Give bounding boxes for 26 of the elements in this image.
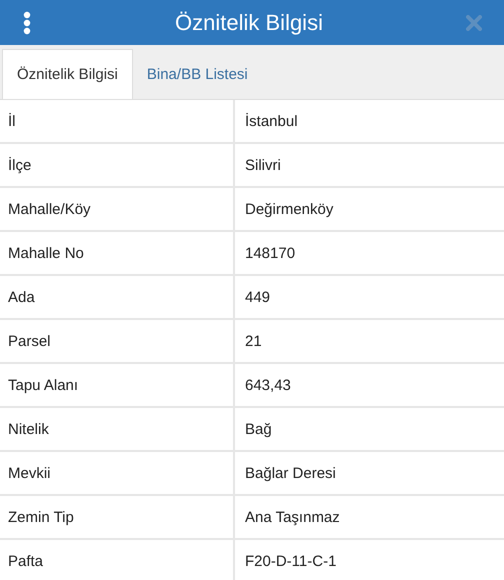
table-cell-text: İstanbul	[244, 112, 299, 132]
table-cell: Ada	[0, 276, 235, 318]
table-cell: Zemin Tip	[0, 496, 235, 538]
table-cell-text: F20-D-11-C-1	[244, 552, 338, 572]
table-cell: Pafta	[0, 540, 235, 580]
table-cell-text: 21	[244, 332, 263, 352]
table-cell-text: Bağ	[244, 420, 273, 440]
table-cell: Tapu Alanı	[0, 364, 235, 406]
tab[interactable]: Bina/BB Listesi	[132, 49, 262, 99]
table-cell-text: Bağlar Deresi	[244, 464, 337, 484]
table-cell: Nitelik	[0, 408, 235, 450]
table-cell-text: Silivri	[244, 156, 282, 176]
tab[interactable]: Öznitelik Bilgisi	[2, 49, 133, 99]
table-cell-text: Ana Taşınmaz	[244, 508, 341, 528]
table-cell-text: 449	[244, 288, 272, 308]
table-cell-text: Değirmenköy	[244, 200, 334, 220]
table-cell: Mahalle/Köy	[0, 188, 235, 230]
table-cell: İlçe	[0, 144, 235, 186]
window-title: Öznitelik Bilgisi	[175, 10, 323, 36]
table-cell-text: 148170	[244, 244, 296, 264]
table-cell-text: 643,43	[244, 376, 292, 396]
table-cell: Mevkii	[0, 452, 235, 494]
menu-icon[interactable]	[22, 10, 32, 34]
table-cell: İl	[0, 100, 235, 142]
table-cell: Mahalle No	[0, 232, 235, 274]
table-cell: Parsel	[0, 320, 235, 362]
